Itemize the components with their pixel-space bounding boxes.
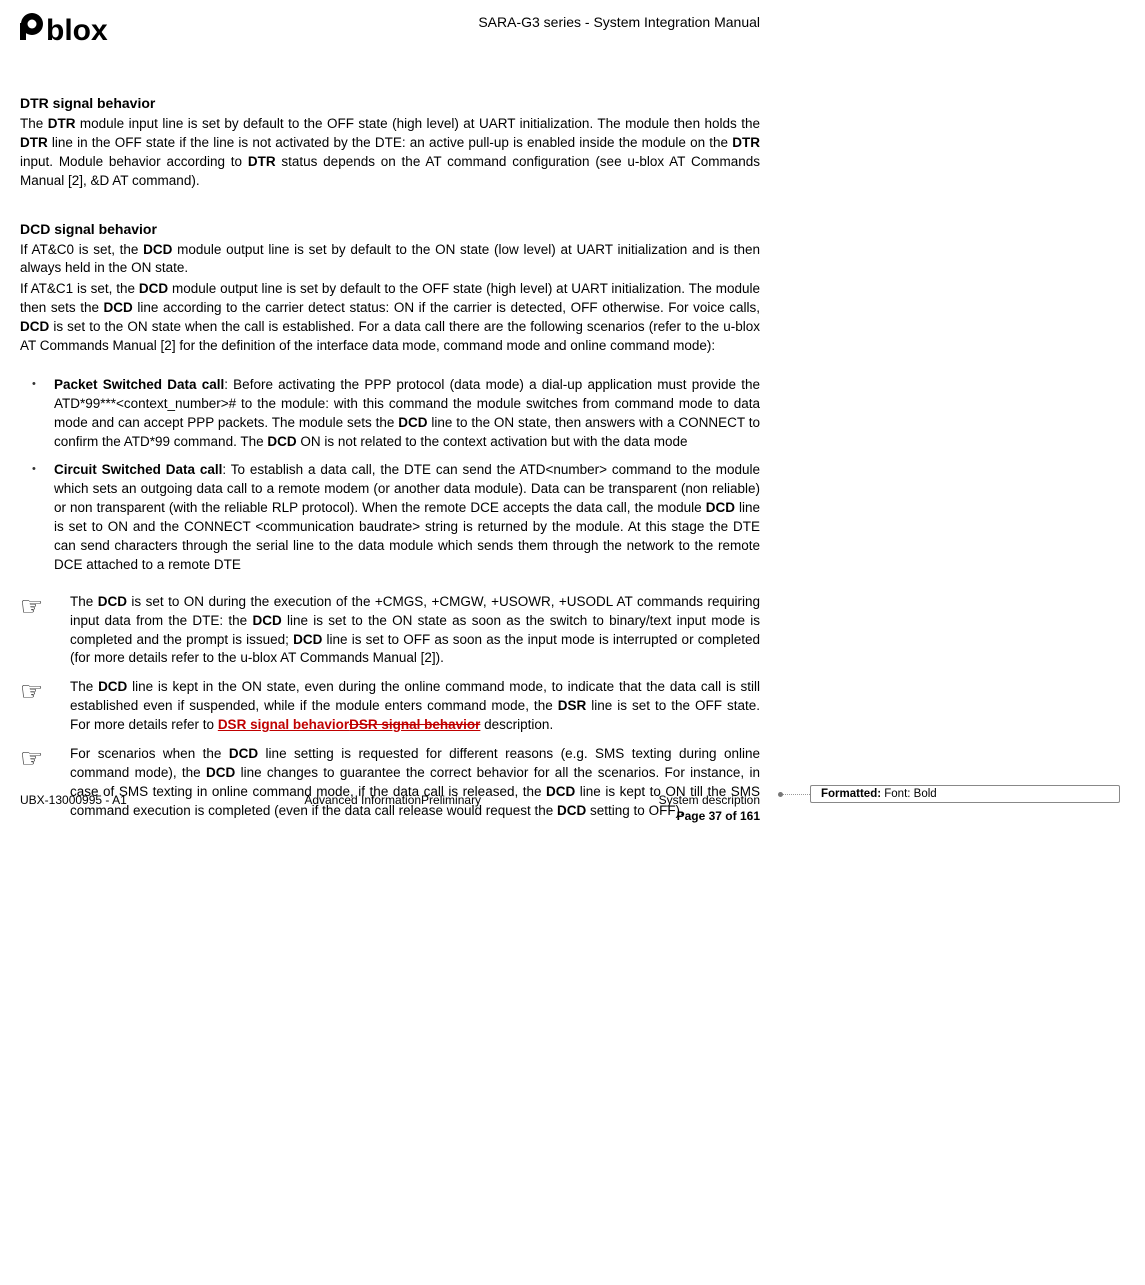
document-title: SARA-G3 series - System Integration Manu…: [478, 14, 760, 30]
note-1: ☞ The DCD is set to ON during the execut…: [20, 593, 760, 669]
page-number: Page 37 of 161: [20, 809, 760, 823]
tracked-delete: DSR signal behavior: [349, 717, 480, 732]
section-dtr-head: DTR signal behavior: [20, 95, 760, 111]
ublox-logo: blox: [20, 10, 140, 52]
scenario-list: Packet Switched Data call: Before activa…: [32, 376, 760, 575]
list-item: Packet Switched Data call: Before activa…: [32, 376, 760, 452]
balloon-text: Font: Bold: [881, 788, 937, 800]
dtr-paragraph: The DTR module input line is set by defa…: [20, 115, 760, 191]
page-footer: UBX-13000995 - A1 Advanced InformationPr…: [20, 793, 760, 823]
dcd-p1: If AT&C0 is set, the DCD module output l…: [20, 241, 760, 279]
balloon-label: Formatted:: [821, 788, 881, 800]
footer-left: UBX-13000995 - A1: [20, 793, 127, 807]
pointing-hand-icon: ☞: [20, 678, 70, 735]
page-header: blox SARA-G3 series - System Integration…: [20, 10, 760, 60]
svg-text:blox: blox: [46, 14, 108, 47]
dcd-p2: If AT&C1 is set, the DCD module output l…: [20, 280, 760, 356]
section-dcd-head: DCD signal behavior: [20, 221, 760, 237]
pointing-hand-icon: ☞: [20, 593, 70, 669]
note-2: ☞ The DCD line is kept in the ON state, …: [20, 678, 760, 735]
comment-balloon: Formatted: Font: Bold: [780, 785, 1120, 803]
tracked-insert: DSR signal behavior: [218, 717, 349, 732]
balloon-connector: [780, 794, 810, 795]
footer-right: System description: [659, 793, 760, 807]
list-item: Circuit Switched Data call: To establish…: [32, 461, 760, 574]
footer-center: Advanced InformationPreliminary: [127, 793, 659, 807]
